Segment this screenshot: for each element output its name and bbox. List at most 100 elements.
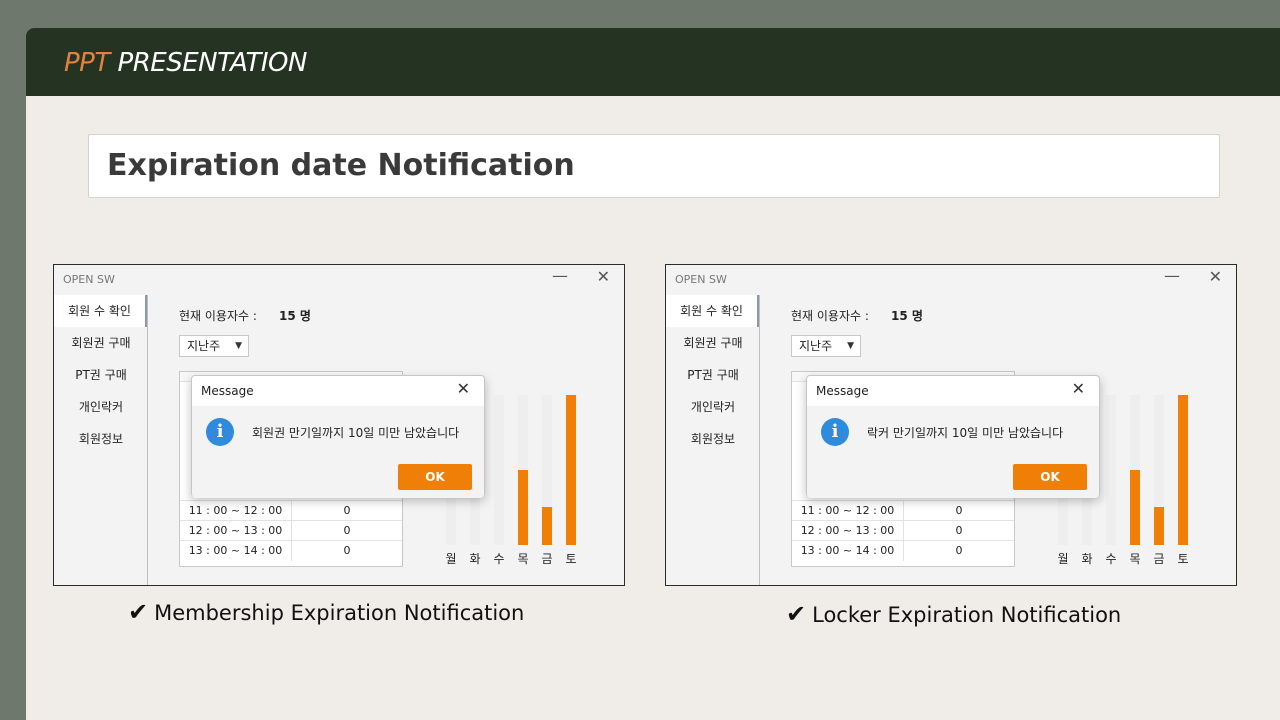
- bar-목: [518, 470, 528, 545]
- count-cell: 0: [343, 504, 351, 517]
- period-dropdown[interactable]: 지난주 ▼: [179, 335, 249, 357]
- bar-목: [1130, 470, 1140, 545]
- chevron-down-icon: ▼: [847, 341, 854, 351]
- dropdown-value: 지난주: [187, 339, 221, 353]
- slide-header: PPT PRESENTATION: [26, 28, 1280, 96]
- day-label: 수: [1105, 552, 1117, 566]
- sidebar: 회원 수 확인 회원권 구매 PT권 구매 개인락커 회원정보: [54, 295, 148, 585]
- window-titlebar: OPEN SW — ✕: [54, 265, 624, 295]
- sidebar-item-locker[interactable]: 개인락커: [666, 391, 760, 423]
- count-cell: 0: [343, 544, 351, 557]
- caption-text: Membership Expiration Notification: [154, 601, 525, 625]
- check-icon: ✔: [786, 600, 807, 628]
- sidebar-item-membership-purchase[interactable]: 회원권 구매: [54, 327, 148, 359]
- count-value: 15 명: [891, 309, 923, 323]
- bar-토: [1178, 395, 1188, 545]
- count-cell: 0: [343, 524, 351, 537]
- minimize-icon[interactable]: —: [1164, 266, 1180, 285]
- time-cell: 13 : 00 ~ 14 : 00: [180, 541, 292, 561]
- time-cell: 12 : 00 ~ 13 : 00: [792, 521, 904, 541]
- day-label: 월: [1057, 552, 1069, 566]
- day-label: 목: [517, 552, 529, 566]
- dropdown-value: 지난주: [799, 339, 833, 353]
- close-icon[interactable]: ✕: [1072, 379, 1085, 398]
- time-cell: 13 : 00 ~ 14 : 00: [792, 541, 904, 561]
- count-label: 현재 이용자수 :: [791, 309, 869, 323]
- dialog-body: i 락커 만기일까지 10일 미만 남았습니다 OK: [807, 406, 1099, 498]
- bar-금: [542, 507, 552, 545]
- count-cell: 0: [955, 504, 963, 517]
- day-label: 금: [1153, 552, 1165, 566]
- caption-locker: ✔ Locker Expiration Notification: [786, 600, 1121, 628]
- info-icon: i: [821, 418, 849, 446]
- sidebar-divider: [759, 295, 760, 585]
- header-accent: PPT: [64, 48, 110, 78]
- table-row: 13 : 00 ~ 14 : 00 0: [792, 540, 1014, 561]
- time-cell: 11 : 00 ~ 12 : 00: [180, 501, 292, 521]
- message-dialog: Message ✕ i 회원권 만기일까지 10일 미만 남았습니다 OK: [191, 375, 485, 498]
- sidebar-item-member-info[interactable]: 회원정보: [666, 423, 760, 455]
- caption-text: Locker Expiration Notification: [812, 603, 1122, 627]
- day-label: 토: [565, 552, 577, 566]
- day-label: 토: [1177, 552, 1189, 566]
- day-label: 수: [493, 552, 505, 566]
- sidebar-item-member-info[interactable]: 회원정보: [54, 423, 148, 455]
- window-title: OPEN SW: [675, 273, 727, 286]
- close-icon[interactable]: ✕: [1209, 267, 1222, 286]
- sidebar-item-member-count[interactable]: 회원 수 확인: [666, 295, 760, 327]
- window-body: 회원 수 확인 회원권 구매 PT권 구매 개인락커 회원정보 현재 이용자수 …: [666, 295, 1236, 585]
- dialog-title: Message: [816, 384, 869, 398]
- time-cell: 11 : 00 ~ 12 : 00: [792, 501, 904, 521]
- check-icon: ✔: [128, 598, 149, 626]
- header-title: PPT PRESENTATION: [64, 48, 307, 78]
- header-text: PRESENTATION: [117, 48, 308, 78]
- sidebar-item-locker[interactable]: 개인락커: [54, 391, 148, 423]
- dialog-title: Message: [201, 384, 254, 398]
- table-row: 11 : 00 ~ 12 : 00 0: [180, 500, 402, 521]
- chevron-down-icon: ▼: [235, 341, 242, 351]
- ok-button[interactable]: OK: [1013, 464, 1087, 490]
- table-row: 11 : 00 ~ 12 : 00 0: [792, 500, 1014, 521]
- period-dropdown[interactable]: 지난주 ▼: [791, 335, 861, 357]
- message-dialog: Message ✕ i 락커 만기일까지 10일 미만 남았습니다 OK: [806, 375, 1100, 498]
- day-label: 목: [1129, 552, 1141, 566]
- info-icon: i: [206, 418, 234, 446]
- day-label: 금: [541, 552, 553, 566]
- dialog-body: i 회원권 만기일까지 10일 미만 남았습니다 OK: [192, 406, 484, 498]
- dialog-message: 락커 만기일까지 10일 미만 남았습니다: [867, 426, 1064, 440]
- bar-토: [566, 395, 576, 545]
- sidebar: 회원 수 확인 회원권 구매 PT권 구매 개인락커 회원정보: [666, 295, 760, 585]
- sidebar-item-membership-purchase[interactable]: 회원권 구매: [666, 327, 760, 359]
- count-cell: 0: [955, 544, 963, 557]
- minimize-icon[interactable]: —: [552, 266, 568, 285]
- day-label: 월: [445, 552, 457, 566]
- time-cell: 12 : 00 ~ 13 : 00: [180, 521, 292, 541]
- bar-track: [1106, 395, 1116, 545]
- window-titlebar: OPEN SW — ✕: [666, 265, 1236, 295]
- close-icon[interactable]: ✕: [597, 267, 610, 286]
- count-label: 현재 이용자수 :: [179, 309, 257, 323]
- table-row: 12 : 00 ~ 13 : 00 0: [792, 520, 1014, 541]
- window-title: OPEN SW: [63, 273, 115, 286]
- count-cell: 0: [955, 524, 963, 537]
- ok-button[interactable]: OK: [398, 464, 472, 490]
- table-row: 12 : 00 ~ 13 : 00 0: [180, 520, 402, 541]
- bar-금: [1154, 507, 1164, 545]
- slide-title: Expiration date Notification: [107, 148, 575, 183]
- table-row: 13 : 00 ~ 14 : 00 0: [180, 540, 402, 561]
- close-icon[interactable]: ✕: [457, 379, 470, 398]
- day-label: 화: [1081, 552, 1093, 566]
- sidebar-divider: [147, 295, 148, 585]
- sidebar-item-member-count[interactable]: 회원 수 확인: [54, 295, 148, 327]
- caption-membership: ✔ Membership Expiration Notification: [128, 598, 524, 626]
- day-label: 화: [469, 552, 481, 566]
- sidebar-item-pt-purchase[interactable]: PT권 구매: [666, 359, 760, 391]
- dialog-message: 회원권 만기일까지 10일 미만 남았습니다: [252, 426, 460, 440]
- bar-track: [494, 395, 504, 545]
- count-value: 15 명: [279, 309, 311, 323]
- app-window-membership: OPEN SW — ✕ 회원 수 확인 회원권 구매 PT권 구매 개인락커 회…: [53, 264, 625, 586]
- slide: PPT PRESENTATION Expiration date Notific…: [26, 28, 1280, 720]
- sidebar-item-pt-purchase[interactable]: PT권 구매: [54, 359, 148, 391]
- slide-title-box: Expiration date Notification: [88, 134, 1220, 198]
- app-window-locker: OPEN SW — ✕ 회원 수 확인 회원권 구매 PT권 구매 개인락커 회…: [665, 264, 1237, 586]
